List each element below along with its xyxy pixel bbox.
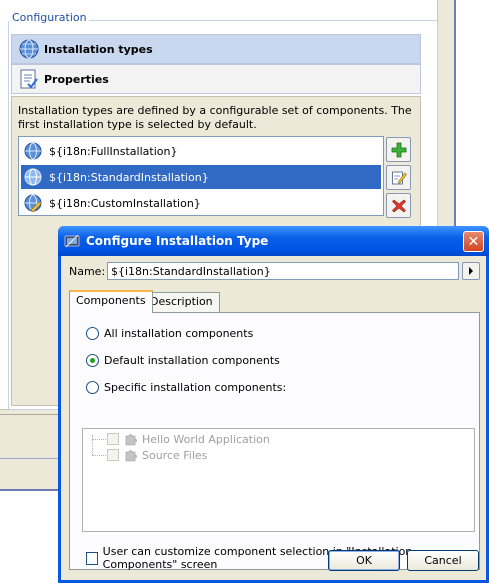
- radio-specific-components[interactable]: Specific installation components:: [86, 381, 286, 394]
- tree-line: [92, 455, 106, 456]
- list-item[interactable]: ${i18n:FullInstallation}: [21, 139, 381, 163]
- radio-button[interactable]: [86, 381, 99, 394]
- ok-button-label: OK: [356, 554, 372, 567]
- cancel-button-label: Cancel: [424, 554, 462, 567]
- app-icon: [64, 234, 80, 248]
- edit-icon: [391, 171, 407, 184]
- nav-properties[interactable]: Properties: [11, 64, 421, 94]
- tab-components-label: Components: [76, 294, 146, 307]
- customize-checkbox[interactable]: [86, 551, 98, 565]
- dialog-title: Configure Installation Type: [86, 234, 269, 248]
- radio-button[interactable]: [86, 327, 99, 340]
- list-item-label: ${i18n:CustomInstallation}: [49, 196, 201, 210]
- configuration-group-title: Configuration: [10, 11, 89, 24]
- component-label: Source Files: [142, 448, 208, 462]
- nav-installation-types-label: Installation types: [44, 42, 153, 56]
- installation-types-description: Installation types are defined by a conf…: [18, 104, 412, 131]
- ok-button[interactable]: OK: [328, 550, 400, 571]
- globe-icon: [19, 39, 39, 59]
- globe-pencil-icon: [24, 194, 42, 213]
- components-tab-panel: All installation components Default inst…: [69, 312, 480, 571]
- dialog-body: Name: Components Description All install…: [61, 256, 486, 580]
- list-item-label: ${i18n:StandardInstallation}: [49, 170, 209, 184]
- puzzle-icon: [125, 450, 137, 462]
- name-menu-button[interactable]: [462, 262, 480, 280]
- tab-description-label: Description: [150, 295, 213, 308]
- configure-installation-type-dialog: Configure Installation Type ✕ Name: Comp…: [58, 226, 489, 583]
- component-item: Source Files: [107, 448, 207, 462]
- components-tree: Hello World Application Source Files: [82, 428, 475, 532]
- name-field[interactable]: [107, 262, 459, 280]
- globe-icon: [24, 168, 42, 186]
- list-item[interactable]: ${i18n:CustomInstallation}: [21, 191, 381, 215]
- puzzle-icon: [125, 434, 137, 446]
- delete-icon: [391, 199, 406, 212]
- cancel-button[interactable]: Cancel: [407, 550, 479, 571]
- arrow-right-icon: [469, 267, 473, 275]
- tree-line: [92, 435, 93, 455]
- delete-button[interactable]: [386, 193, 411, 218]
- edit-button[interactable]: [386, 165, 411, 190]
- name-label: Name:: [69, 265, 106, 278]
- radio-all-components[interactable]: All installation components: [86, 327, 253, 340]
- component-label: Hello World Application: [142, 432, 270, 446]
- globe-icon: [24, 142, 42, 160]
- list-item[interactable]: ${i18n:StandardInstallation}: [21, 165, 381, 189]
- component-checkbox: [107, 449, 119, 461]
- radio-label: Default installation components: [104, 354, 280, 367]
- radio-checked-dot: [90, 358, 95, 363]
- tab-description[interactable]: Description: [143, 292, 220, 312]
- radio-label: Specific installation components:: [104, 381, 287, 394]
- tree-line: [92, 439, 106, 440]
- component-checkbox: [107, 433, 119, 445]
- installation-types-list[interactable]: ${i18n:FullInstallation} ${i18n:Standard…: [18, 136, 384, 216]
- nav-installation-types[interactable]: Installation types: [11, 34, 421, 64]
- radio-label: All installation components: [104, 327, 254, 340]
- add-button[interactable]: [386, 137, 411, 162]
- nav-properties-label: Properties: [44, 72, 109, 86]
- properties-icon: [20, 69, 38, 89]
- tab-components[interactable]: Components: [69, 290, 153, 313]
- close-button[interactable]: ✕: [463, 231, 484, 252]
- component-item: Hello World Application: [107, 432, 270, 446]
- dialog-titlebar[interactable]: Configure Installation Type ✕: [58, 226, 489, 256]
- radio-button[interactable]: [86, 354, 99, 367]
- list-item-label: ${i18n:FullInstallation}: [49, 144, 178, 158]
- close-icon: ✕: [467, 233, 480, 250]
- radio-default-components[interactable]: Default installation components: [86, 354, 280, 367]
- add-icon: [391, 142, 406, 157]
